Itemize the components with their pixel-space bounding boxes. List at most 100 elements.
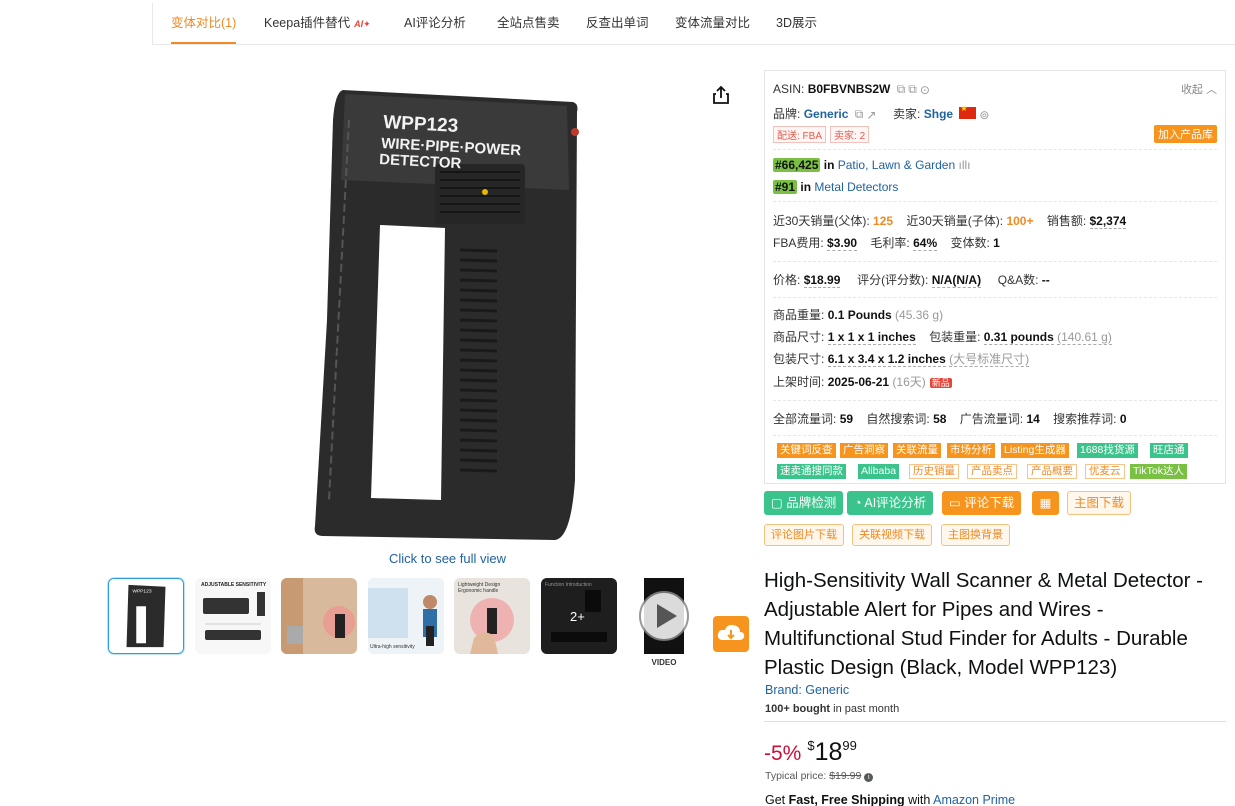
thumbnail-3[interactable]: [281, 578, 357, 654]
amazon-prime-link[interactable]: Amazon Prime: [933, 793, 1015, 806]
tab-keepa-alternative[interactable]: Keepa插件替代 AI✦: [264, 3, 371, 44]
image-download-button[interactable]: [713, 616, 749, 652]
pin-icon[interactable]: ⊙: [920, 83, 930, 97]
tab-label: 变体对比(1): [171, 16, 237, 30]
pie-chart-icon: ◔: [854, 496, 862, 510]
tab-all-sites[interactable]: 全站点售卖: [497, 3, 560, 44]
brand-link[interactable]: Generic: [804, 107, 849, 121]
chip-wangdiantong[interactable]: 旺店通: [1150, 443, 1188, 458]
divider: [773, 435, 1217, 436]
new-product-badge: 新品: [929, 378, 952, 388]
review-download-button[interactable]: ▭ 评论下载: [942, 491, 1022, 515]
main-product-image[interactable]: WPP123 WIRE·PIPE·POWER DETECTOR: [305, 80, 595, 545]
print-model: WPP123: [383, 112, 459, 137]
info-icon[interactable]: i: [864, 773, 874, 782]
svg-text:Ergonomic handle: Ergonomic handle: [458, 588, 499, 594]
china-flag-icon: [959, 104, 977, 119]
tab-reverse-keywords[interactable]: 反查出单词: [586, 3, 649, 44]
divider: [764, 721, 1226, 722]
chip-product-summary[interactable]: 产品概要: [1027, 464, 1077, 479]
divider: [773, 201, 1217, 202]
bar-chart-icon[interactable]: ıllı: [959, 158, 971, 172]
chip-alibaba[interactable]: Alibaba: [858, 464, 900, 479]
thumbnail-6[interactable]: Function Introduction 2+: [541, 578, 617, 654]
add-to-library-button[interactable]: 加入产品库: [1154, 125, 1217, 143]
seller-plugin-panel: ASIN: B0FBVNBS2W ⧉ ⧉ ⊙ 收起 ︿ 品牌: Generic ⧉ ↗…: [764, 70, 1226, 484]
tab-label: AI评论分析: [404, 16, 466, 30]
rank-row-1: #66,425 in Patio, Lawn & Garden ıllı: [773, 158, 971, 172]
discount-percent: -5%: [764, 742, 802, 765]
copy-icon[interactable]: ⧉: [897, 82, 906, 97]
brand-link[interactable]: Brand: Generic: [765, 683, 849, 697]
chip-related-traffic[interactable]: 关联流量: [893, 443, 941, 458]
location-icon: ⊚: [979, 107, 990, 122]
more-images-count: 2+: [570, 609, 585, 624]
tab-3d-view[interactable]: 3D展示: [776, 3, 817, 44]
seller-link[interactable]: Shge: [924, 107, 953, 121]
chip-tiktok-creators[interactable]: TikTok达人: [1130, 464, 1187, 479]
ai-sparkle-badge: AI✦: [354, 19, 371, 29]
category-link[interactable]: Metal Detectors: [814, 180, 898, 194]
fee-row: FBA费用: $3.90 毛利率: 64% 变体数: 1: [773, 236, 1000, 251]
copy-icon[interactable]: ⧉: [855, 107, 864, 122]
svg-text:WPP123: WPP123: [132, 589, 151, 595]
copy-icon[interactable]: ⧉: [908, 82, 917, 97]
thumbnail-5[interactable]: Lightweight Design Ergonomic handle: [454, 578, 530, 654]
tab-label: 3D展示: [776, 16, 817, 30]
thumbnail-4[interactable]: Ultra-high sensitivity: [368, 578, 444, 654]
full-view-link[interactable]: Click to see full view: [340, 551, 555, 566]
cloud-download-icon: [717, 624, 745, 640]
asin-value[interactable]: B0FBVNBS2W: [808, 82, 891, 96]
divider: [773, 149, 1217, 150]
video-label: VIDEO: [651, 658, 677, 667]
tab-label: Keepa插件替代: [264, 16, 351, 30]
brand-check-button[interactable]: ▢ 品牌检测: [764, 491, 844, 515]
tab-ai-review-analysis[interactable]: AI评论分析: [404, 3, 466, 44]
product-title: High-Sensitivity Wall Scanner & Metal De…: [764, 569, 1203, 679]
price-whole: 18: [814, 738, 843, 766]
price-currency: $: [807, 738, 815, 753]
chevron-up-icon: ︿: [1206, 84, 1217, 96]
calculator-button[interactable]: ▦: [1032, 491, 1059, 515]
thumbnail-2[interactable]: ADJUSTABLE SENSITIVITY: [195, 578, 271, 654]
chip-keyword-reverse[interactable]: 关键词反查: [777, 443, 836, 458]
sales-row: 近30天销量(父体): 125 近30天销量(子体): 100+ 销售额: $2…: [773, 214, 1127, 229]
size-row: 商品尺寸: 1 x 1 x 1 inches 包装重量: 0.31 pounds…: [773, 330, 1112, 345]
chip-youmaiyun[interactable]: 优麦云: [1085, 464, 1125, 479]
chip-1688-sourcing[interactable]: 1688找货源: [1077, 443, 1138, 458]
comment-icon: ▭: [949, 496, 961, 510]
ai-review-button[interactable]: ◔ AI评论分析: [847, 491, 934, 515]
main-image-background-button[interactable]: 主图换背景: [941, 524, 1010, 546]
category-link[interactable]: Patio, Lawn & Garden: [838, 158, 955, 172]
svg-text:Ultra-high sensitivity: Ultra-high sensitivity: [370, 644, 415, 650]
tab-label: 全站点售卖: [497, 16, 560, 30]
divider: [773, 400, 1217, 401]
external-link-icon[interactable]: ↗: [866, 108, 876, 122]
chip-history-sales[interactable]: 历史销量: [909, 464, 959, 479]
share-icon[interactable]: [710, 84, 732, 106]
price-block: -5% $1899: [764, 738, 857, 767]
calculator-icon: ▦: [1039, 496, 1052, 510]
divider: [773, 261, 1217, 262]
price-fraction: 99: [842, 738, 857, 753]
related-video-download-button[interactable]: 关联视频下载: [852, 524, 932, 546]
thumbnail-1[interactable]: WPP123: [108, 578, 184, 654]
main-image-download-button[interactable]: 主图下载: [1067, 491, 1132, 515]
chip-selling-points[interactable]: 产品卖点: [967, 464, 1017, 479]
collapse-button[interactable]: 收起 ︿: [1181, 81, 1217, 97]
chip-aliexpress-same[interactable]: 速卖通搜同款: [777, 464, 846, 479]
chip-market-analysis[interactable]: 市场分析: [947, 443, 995, 458]
chip-ad-insight[interactable]: 广告洞察: [840, 443, 888, 458]
thumbnail-video[interactable]: [626, 578, 702, 654]
review-image-download-button[interactable]: 评论图片下载: [764, 524, 844, 546]
price-rating-row: 价格: $18.99 评分(评分数): N/A(N/A) Q&A数: --: [773, 273, 1050, 288]
typical-price: Typical price: $19.99 i: [765, 770, 874, 782]
tab-variant-traffic[interactable]: 变体流量对比: [675, 3, 750, 44]
chip-listing-generator[interactable]: Listing生成器: [1001, 443, 1069, 458]
bought-in-past-month: 100+ bought in past month: [765, 703, 900, 715]
shipping-info: Get Fast, Free Shipping with Amazon Prim…: [765, 793, 1016, 806]
tab-variant-compare[interactable]: 变体对比(1): [171, 3, 237, 44]
asin-row: ASIN: B0FBVNBS2W ⧉ ⧉ ⊙: [773, 82, 930, 97]
seller-count-tag: 卖家: 2: [830, 126, 870, 143]
tag-row: 配送: FBA 卖家: 2: [773, 126, 873, 143]
